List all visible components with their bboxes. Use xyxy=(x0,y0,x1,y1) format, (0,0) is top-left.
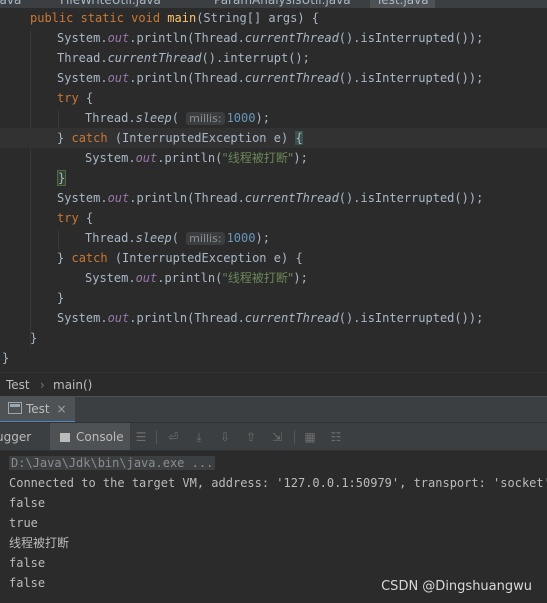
code-line: } xyxy=(30,331,38,345)
parameter-hint: millis: xyxy=(186,112,225,125)
code-editor[interactable]: public static void main(String[] args) {… xyxy=(0,8,547,372)
code-line: Thread.sleep( millis: 1000); xyxy=(85,111,270,125)
code-line: System.out.println(Thread.currentThread(… xyxy=(57,71,484,85)
code-line: public static void main(String[] args) { xyxy=(30,11,320,25)
editor-tab-active[interactable]: Test.java xyxy=(370,0,435,8)
code-line: } catch (InterruptedException e) { xyxy=(57,251,303,265)
code-line: Thread.currentThread().interrupt(); xyxy=(57,51,310,65)
matched-brace: } xyxy=(57,170,67,186)
run-config-icon xyxy=(8,402,22,414)
indent-guide xyxy=(58,110,59,130)
code-line: try { xyxy=(57,211,94,225)
indent-guide xyxy=(30,30,31,348)
indent-guide xyxy=(58,230,59,250)
console-line: true xyxy=(9,516,38,530)
code-line: System.out.println(Thread.currentThread(… xyxy=(57,311,484,325)
code-line: System.out.println("线程被打断"); xyxy=(85,271,308,285)
debugger-tab[interactable]: ugger xyxy=(0,423,31,451)
run-to-cursor-icon[interactable]: ⇲ xyxy=(270,430,284,444)
code-line: try { xyxy=(57,91,94,105)
console-line: false xyxy=(9,576,46,590)
matched-brace: { xyxy=(295,131,303,145)
close-icon[interactable]: × xyxy=(56,402,66,416)
code-line: } xyxy=(2,351,10,365)
code-line: System.out.println(Thread.currentThread(… xyxy=(57,191,484,205)
console-line: false xyxy=(9,496,46,510)
code-line: System.out.println(Thread.currentThread(… xyxy=(57,31,484,45)
run-tab[interactable]: Test × xyxy=(0,397,75,423)
debug-toolbar: ugger Console ☰ ⏎ ⤓ ⇩ ⇧ ⇲ ▦ ☷ xyxy=(0,422,547,451)
breadcrumb: Test › main() xyxy=(0,372,547,397)
editor-tab-bar: Java FileWriteUtil.java ParamAnalysisUti… xyxy=(0,0,547,8)
console-line: false xyxy=(9,556,46,570)
console-icon xyxy=(60,433,70,442)
code-line: System.out.println("线程被打断"); xyxy=(85,151,308,165)
console-tab[interactable]: Console xyxy=(50,423,130,451)
code-line: } xyxy=(57,168,547,188)
run-tool-window-header: Test × xyxy=(0,396,547,423)
console-command-line: D:\Java\Jdk\bin\java.exe ... xyxy=(9,456,216,470)
breadcrumb-method[interactable]: main() xyxy=(53,373,92,397)
run-tab-label: Test xyxy=(26,402,50,416)
parameter-hint: millis: xyxy=(186,232,225,245)
code-line: } xyxy=(57,291,65,305)
editor-tab[interactable]: Java xyxy=(0,0,21,8)
code-line-current: } catch (InterruptedException e) { xyxy=(0,128,547,148)
evaluate-expression-icon[interactable]: ▦ xyxy=(303,430,317,444)
toolbar-divider xyxy=(294,430,295,444)
trace-icon[interactable]: ☷ xyxy=(329,430,343,444)
watermark: CSDN @Dingshuangwu xyxy=(381,579,532,594)
step-out-icon[interactable]: ⇧ xyxy=(244,430,258,444)
step-over-icon[interactable]: ⤓ xyxy=(192,430,206,444)
step-into-icon[interactable]: ⇩ xyxy=(218,430,232,444)
console-line: Connected to the target VM, address: '12… xyxy=(9,476,547,490)
console-tab-label: Console xyxy=(76,430,124,444)
toolbar-divider xyxy=(156,430,157,444)
console-line: 线程被打断 xyxy=(9,536,70,550)
breadcrumb-class[interactable]: Test xyxy=(6,373,30,397)
menu-icon[interactable]: ☰ xyxy=(134,430,148,444)
breadcrumb-separator: › xyxy=(40,378,45,392)
code-line: Thread.sleep( millis: 1000); xyxy=(85,231,270,245)
show-execution-point-icon[interactable]: ⏎ xyxy=(166,430,180,444)
editor-tab[interactable]: ParamAnalysisUtil.java xyxy=(214,0,351,8)
editor-tab[interactable]: FileWriteUtil.java xyxy=(60,0,161,8)
